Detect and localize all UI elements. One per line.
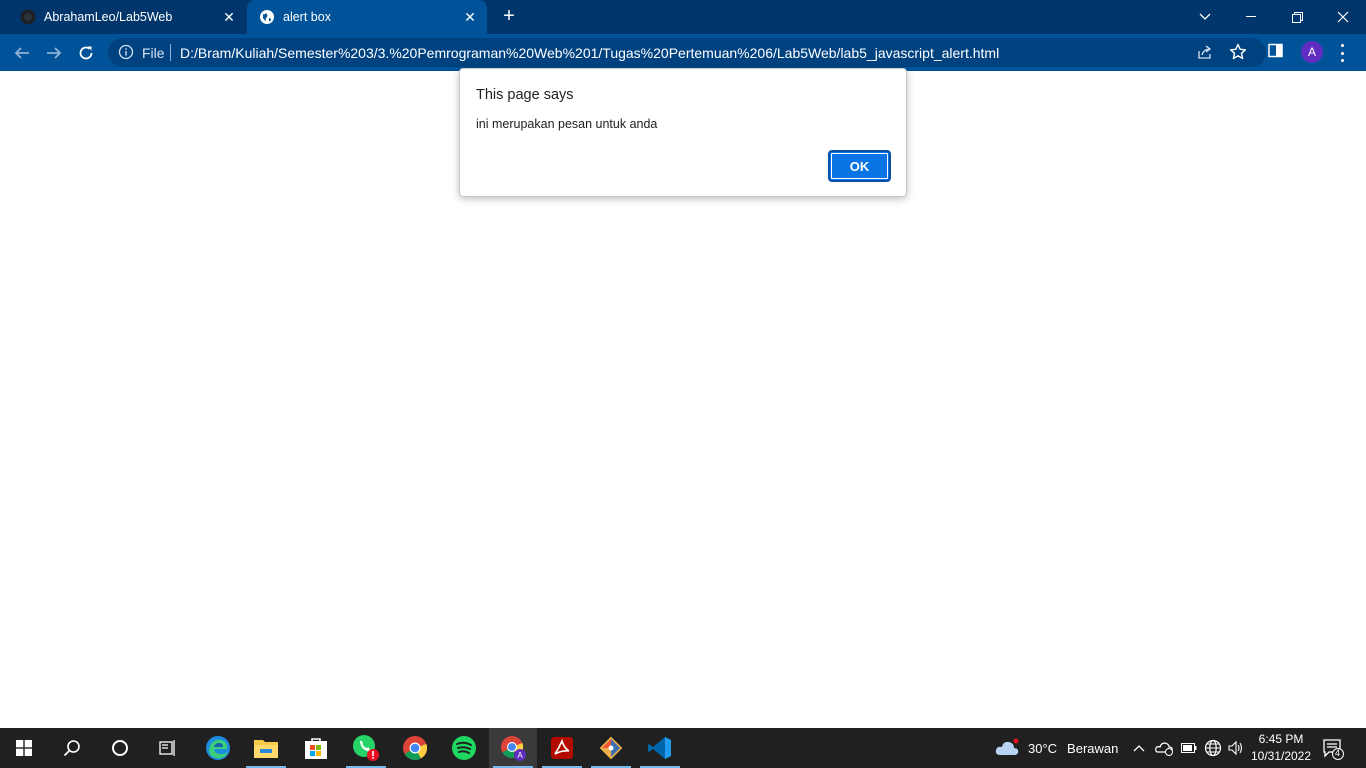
notification-count: 4 (1335, 748, 1341, 758)
github-icon (20, 9, 36, 25)
reload-icon[interactable] (72, 39, 100, 67)
dialog-message: ini merupakan pesan untuk anda (476, 117, 658, 131)
restore-icon[interactable] (1274, 0, 1320, 34)
weather-condition: Berawan (1067, 740, 1119, 756)
whatsapp-icon[interactable] (342, 728, 390, 768)
profile-avatar[interactable]: A (1301, 41, 1323, 63)
side-panel-icon[interactable] (1268, 43, 1284, 64)
taskbar-clock[interactable]: 6:45 PM 10/31/2022 (1248, 731, 1314, 765)
divider (170, 44, 171, 61)
tab-strip: AbrahamLeo/Lab5Web ✕ alert box ✕ + (0, 0, 1366, 34)
close-tab-icon[interactable]: ✕ (220, 8, 238, 26)
search-icon[interactable] (48, 728, 96, 768)
back-arrow-icon[interactable] (8, 39, 36, 67)
info-icon[interactable] (118, 44, 134, 65)
weather-temp: 30°C (1028, 740, 1058, 756)
bookmark-star-icon[interactable] (1229, 43, 1247, 66)
cloud-icon (994, 738, 1020, 758)
tab-alert-box[interactable]: alert box ✕ (247, 0, 487, 34)
chrome-profile-icon[interactable]: A (489, 728, 537, 768)
clock-date: 10/31/2022 (1250, 749, 1312, 763)
tab-search-chevron-icon[interactable] (1182, 0, 1228, 34)
url-text[interactable]: D:/Bram/Kuliah/Semester%203/3.%20Pemrogr… (180, 45, 999, 61)
vscode-icon[interactable] (636, 728, 684, 768)
cortana-icon[interactable] (96, 728, 144, 768)
minimize-icon[interactable] (1228, 0, 1274, 34)
battery-icon[interactable] (1181, 728, 1197, 768)
spotify-icon[interactable] (440, 728, 488, 768)
network-globe-icon[interactable] (1204, 728, 1222, 768)
weather-widget[interactable]: 30°C Berawan (994, 728, 1118, 768)
windows-taskbar: A 30°C Berawan 6:45 PM 10/31/2022 4 (0, 728, 1366, 768)
notification-center-icon[interactable]: 4 (1322, 738, 1344, 765)
onedrive-sync-icon[interactable] (1155, 728, 1175, 768)
tab-title: AbrahamLeo/Lab5Web (44, 10, 173, 24)
volume-icon[interactable] (1228, 728, 1244, 768)
dialog-title: This page says (476, 87, 574, 103)
task-view-icon[interactable] (144, 728, 192, 768)
ok-button[interactable]: OK (828, 150, 891, 182)
edge-icon[interactable] (194, 728, 242, 768)
show-hidden-icons-chevron-icon[interactable] (1133, 728, 1145, 768)
share-icon[interactable] (1197, 44, 1213, 65)
close-window-icon[interactable] (1320, 0, 1366, 34)
microsoft-store-icon[interactable] (292, 728, 340, 768)
tab-title: alert box (283, 10, 331, 24)
forward-arrow-icon[interactable] (40, 39, 68, 67)
start-icon[interactable] (0, 728, 48, 768)
svg-text:A: A (517, 751, 523, 760)
clock-time: 6:45 PM (1258, 732, 1304, 746)
globe-icon (259, 9, 275, 25)
browser-toolbar: File D:/Bram/Kuliah/Semester%203/3.%20Pe… (0, 34, 1366, 71)
new-tab-plus-icon[interactable]: + (498, 6, 520, 28)
acrobat-icon[interactable] (538, 728, 586, 768)
git-icon[interactable] (587, 728, 635, 768)
chrome-icon[interactable] (391, 728, 439, 768)
more-menu-icon[interactable] (1336, 43, 1348, 63)
alert-dialog: This page says ini merupakan pesan untuk… (459, 68, 907, 197)
file-explorer-icon[interactable] (242, 728, 290, 768)
tab-github[interactable]: AbrahamLeo/Lab5Web ✕ (8, 0, 246, 34)
address-bar[interactable]: File D:/Bram/Kuliah/Semester%203/3.%20Pe… (108, 38, 1266, 67)
close-tab-icon[interactable]: ✕ (461, 8, 479, 26)
scheme-label: File (142, 45, 165, 61)
